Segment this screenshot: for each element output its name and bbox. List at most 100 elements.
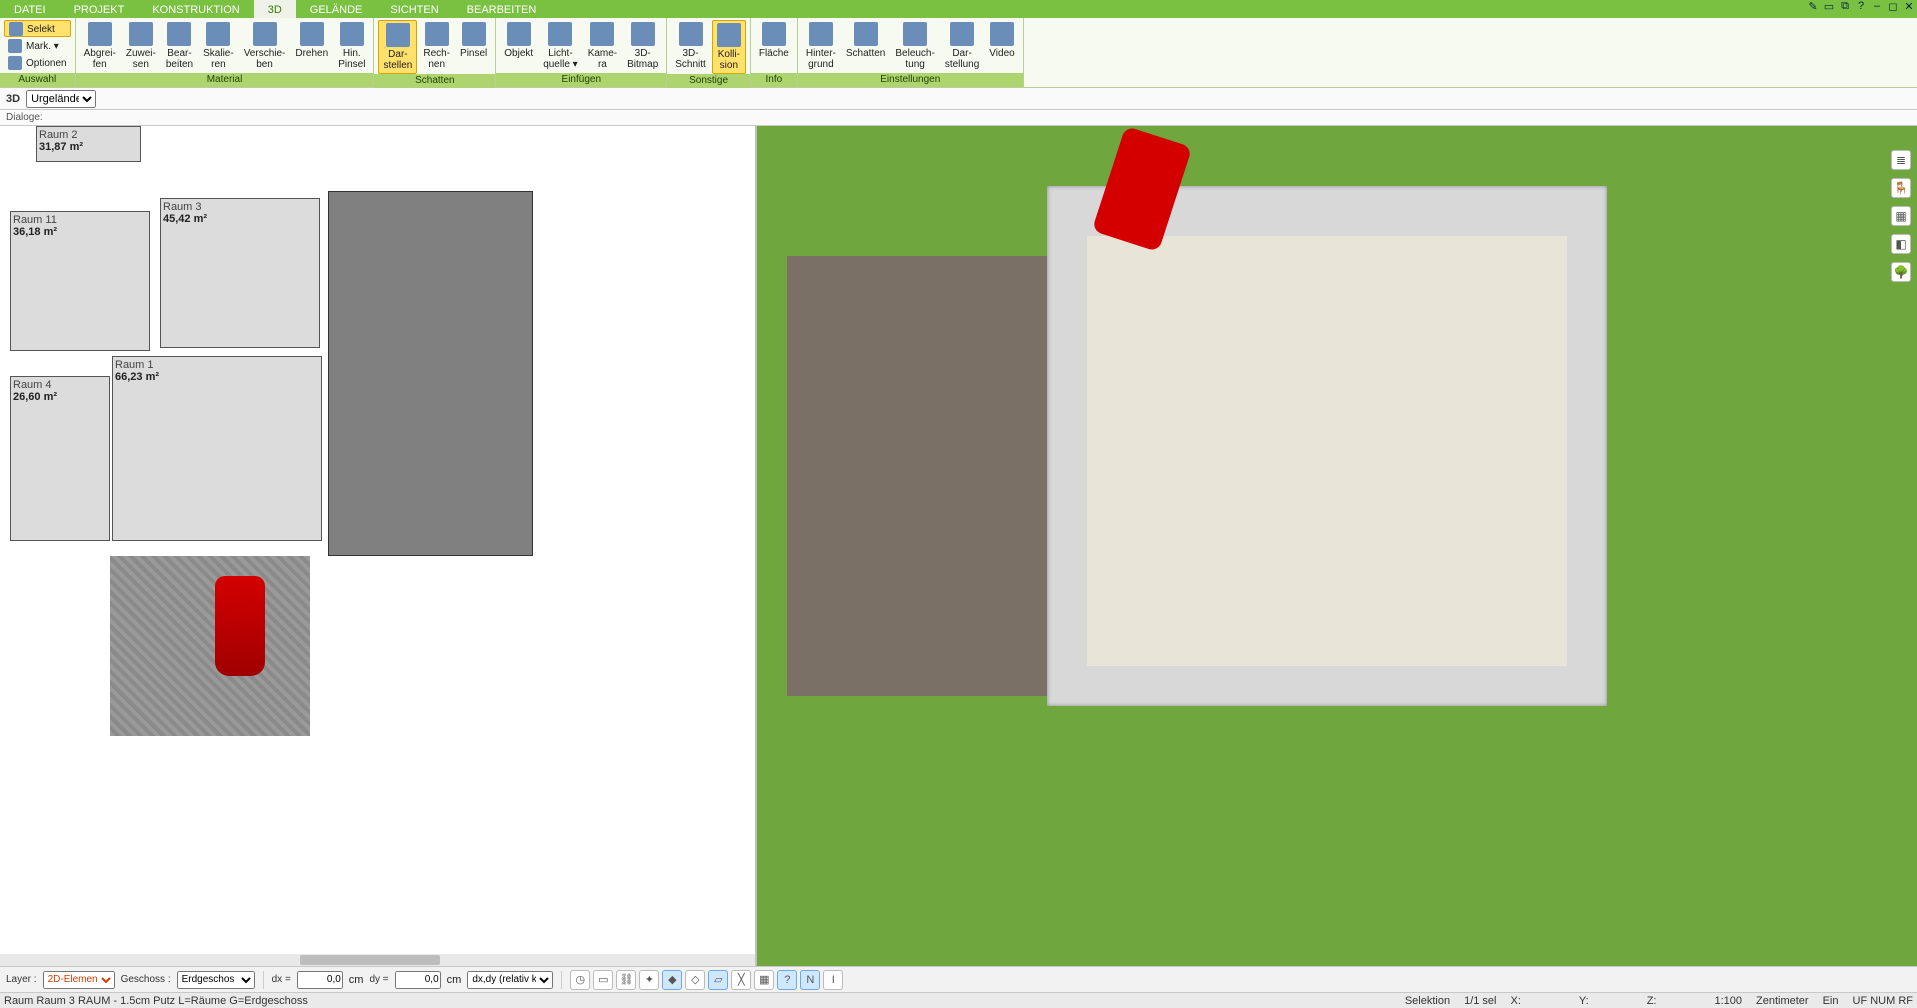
- dy-input[interactable]: [395, 971, 441, 989]
- layer-label: Layer :: [6, 974, 37, 985]
- window-ctrl-2[interactable]: ⧉: [1837, 0, 1853, 18]
- window-ctrl-4[interactable]: –: [1869, 0, 1885, 18]
- ribbon-btn-drehen[interactable]: Drehen: [291, 20, 332, 61]
- palette-layers-icon[interactable]: ≣: [1891, 150, 1911, 170]
- chair-icon: [507, 22, 531, 46]
- ribbon-btn-zuweisen[interactable]: Zuwei- sen: [122, 20, 160, 72]
- ribbon-btn-label: Dar- stellen: [383, 49, 412, 71]
- ribbon-btn-optionen[interactable]: Optionen: [4, 54, 71, 71]
- coordmode-select[interactable]: dx,dy (relativ ka: [467, 971, 553, 989]
- ribbon-btn-kollision[interactable]: Kolli- sion: [712, 20, 746, 74]
- menu-tab-gelände[interactable]: GELÄNDE: [296, 0, 377, 18]
- ribbon-btn-schnitt3d[interactable]: 3D- Schnitt: [671, 20, 710, 72]
- ribbon-group-schatten: Dar- stellenRech- nenPinselSchatten: [374, 18, 496, 87]
- status-bar: Raum Raum 3 RAUM - 1.5cm Putz L=Räume G=…: [0, 992, 1917, 1008]
- workspace: Raum 231,87 m² Raum 1136,18 m²Raum 345,42…: [0, 126, 1917, 966]
- ribbon-btn-beleuchtung[interactable]: Beleuch- tung: [891, 20, 938, 72]
- bulb-icon: [548, 22, 572, 46]
- bottom-textcursor-icon[interactable]: I: [823, 970, 843, 990]
- ribbon-btn-verschieben[interactable]: Verschie- ben: [240, 20, 290, 72]
- dy-unit: cm: [447, 974, 462, 986]
- bottom-angle-icon[interactable]: ▱: [708, 970, 728, 990]
- ribbon-btn-objekt[interactable]: Objekt: [500, 20, 537, 61]
- ribbon-btn-hinpinsel[interactable]: Hin. Pinsel: [334, 20, 369, 72]
- camera-icon: [590, 22, 614, 46]
- bottom-snap2-icon[interactable]: ◆: [662, 970, 682, 990]
- window-ctrl-6[interactable]: ✕: [1901, 0, 1917, 18]
- ribbon-btn-darstellen[interactable]: Dar- stellen: [378, 20, 417, 74]
- menu-tab-sichten[interactable]: SICHTEN: [376, 0, 452, 18]
- ribbon-btn-video[interactable]: Video: [985, 20, 1018, 61]
- ribbon-btn-lichtquelle[interactable]: Licht- quelle ▾: [539, 20, 582, 72]
- bottom-grid1-icon[interactable]: ▦: [754, 970, 774, 990]
- ribbon-group-info: FlächeInfo: [751, 18, 798, 87]
- floorplan-2d-view[interactable]: Raum 231,87 m² Raum 1136,18 m²Raum 345,42…: [0, 126, 757, 966]
- room-raum2[interactable]: Raum 231,87 m²: [36, 126, 141, 162]
- room-name: Raum 1: [115, 359, 319, 371]
- bg-icon: [809, 22, 833, 46]
- ribbon-btn-skalieren[interactable]: Skalie- ren: [199, 20, 238, 72]
- bottom-link-icon[interactable]: ⛓: [616, 970, 636, 990]
- area-icon: [762, 22, 786, 46]
- room-raum3[interactable]: Raum 345,42 m²: [160, 198, 320, 348]
- separator: [561, 971, 562, 989]
- driveway-2d: [110, 556, 310, 736]
- ribbon-btn-label: Pinsel: [460, 48, 487, 59]
- ribbon-btn-rechnen[interactable]: Rech- nen: [419, 20, 454, 72]
- geschoss-select[interactable]: Erdgeschos: [177, 971, 255, 989]
- render-3d-view[interactable]: [757, 126, 1917, 966]
- ribbon-btn-schatten2[interactable]: Schatten: [842, 20, 889, 61]
- ribbon-btn-selekt[interactable]: Selekt: [4, 20, 71, 37]
- separator: [263, 971, 264, 989]
- ribbon-btn-pinsel[interactable]: Pinsel: [456, 20, 491, 61]
- bottom-north-icon[interactable]: N: [800, 970, 820, 990]
- bottom-screen-icon[interactable]: ▭: [593, 970, 613, 990]
- dx-unit: cm: [349, 974, 364, 986]
- bottom-clock-icon[interactable]: ◷: [570, 970, 590, 990]
- geschoss-label: Geschoss :: [121, 974, 171, 985]
- bottom-help-icon[interactable]: ?: [777, 970, 797, 990]
- palette-materials-icon[interactable]: ▦: [1891, 206, 1911, 226]
- bottom-snap1-icon[interactable]: ✦: [639, 970, 659, 990]
- room-raum11[interactable]: Raum 1136,18 m²: [10, 211, 150, 351]
- ribbon-group-auswahl: SelektMark. ▾OptionenAuswahl: [0, 18, 76, 87]
- ribbon-btn-hintergrund[interactable]: Hinter- grund: [802, 20, 840, 72]
- ribbon-btn-bearbeiten[interactable]: Bear- beiten: [162, 20, 197, 72]
- ribbon-btn-darstellung[interactable]: Dar- stellung: [941, 20, 983, 72]
- room-area: 66,23 m²: [115, 371, 319, 383]
- scrollbar-2d[interactable]: [0, 954, 755, 966]
- dx-input[interactable]: [297, 971, 343, 989]
- bottom-ortho-icon[interactable]: ◇: [685, 970, 705, 990]
- status-x-label: X:: [1511, 995, 1521, 1007]
- ribbon-btn-kamera[interactable]: Kame- ra: [584, 20, 621, 72]
- palette-colors-icon[interactable]: ◧: [1891, 234, 1911, 254]
- ribbon-btn-label: Skalie- ren: [203, 48, 234, 70]
- brush-icon: [340, 22, 364, 46]
- menu-tab-3d[interactable]: 3D: [254, 0, 296, 18]
- ribbon-btn-abgreifen[interactable]: Abgrei- fen: [80, 20, 120, 72]
- ribbon-btn-mark[interactable]: Mark. ▾: [4, 37, 71, 54]
- menu-tab-datei[interactable]: DATEI: [0, 0, 60, 18]
- window-ctrl-5[interactable]: ◻: [1885, 0, 1901, 18]
- menu-tab-konstruktion[interactable]: KONSTRUKTION: [138, 0, 253, 18]
- layer-select[interactable]: 2D-Elemen: [43, 971, 115, 989]
- ribbon-btn-flaeche[interactable]: Fläche: [755, 20, 793, 61]
- room-raum1[interactable]: Raum 166,23 m²: [112, 356, 322, 541]
- ribbon-btn-label: Beleuch- tung: [895, 48, 934, 70]
- menu-tab-projekt[interactable]: PROJEKT: [60, 0, 139, 18]
- window-ctrl-3[interactable]: ?: [1853, 0, 1869, 18]
- palette-furniture-icon[interactable]: 🪑: [1891, 178, 1911, 198]
- window-ctrl-0[interactable]: ✎: [1805, 0, 1821, 18]
- menu-tab-bearbeiten[interactable]: BEARBEITEN: [453, 0, 551, 18]
- slice-icon: [679, 22, 703, 46]
- terrain-select[interactable]: Urgelände: [26, 90, 96, 108]
- ribbon-btn-bitmap3d[interactable]: 3D- Bitmap: [623, 20, 662, 72]
- room-raum4[interactable]: Raum 426,60 m²: [10, 376, 110, 541]
- palette-plants-icon[interactable]: 🌳: [1891, 262, 1911, 282]
- window-ctrl-1[interactable]: ▭: [1821, 0, 1837, 18]
- bottom-grid2-icon[interactable]: ╳: [731, 970, 751, 990]
- cursor-icon: [9, 22, 23, 36]
- mode-label: 3D: [6, 93, 20, 105]
- ribbon-btn-label: Bear- beiten: [166, 48, 193, 70]
- ribbon-group-label: Einfügen: [496, 73, 666, 87]
